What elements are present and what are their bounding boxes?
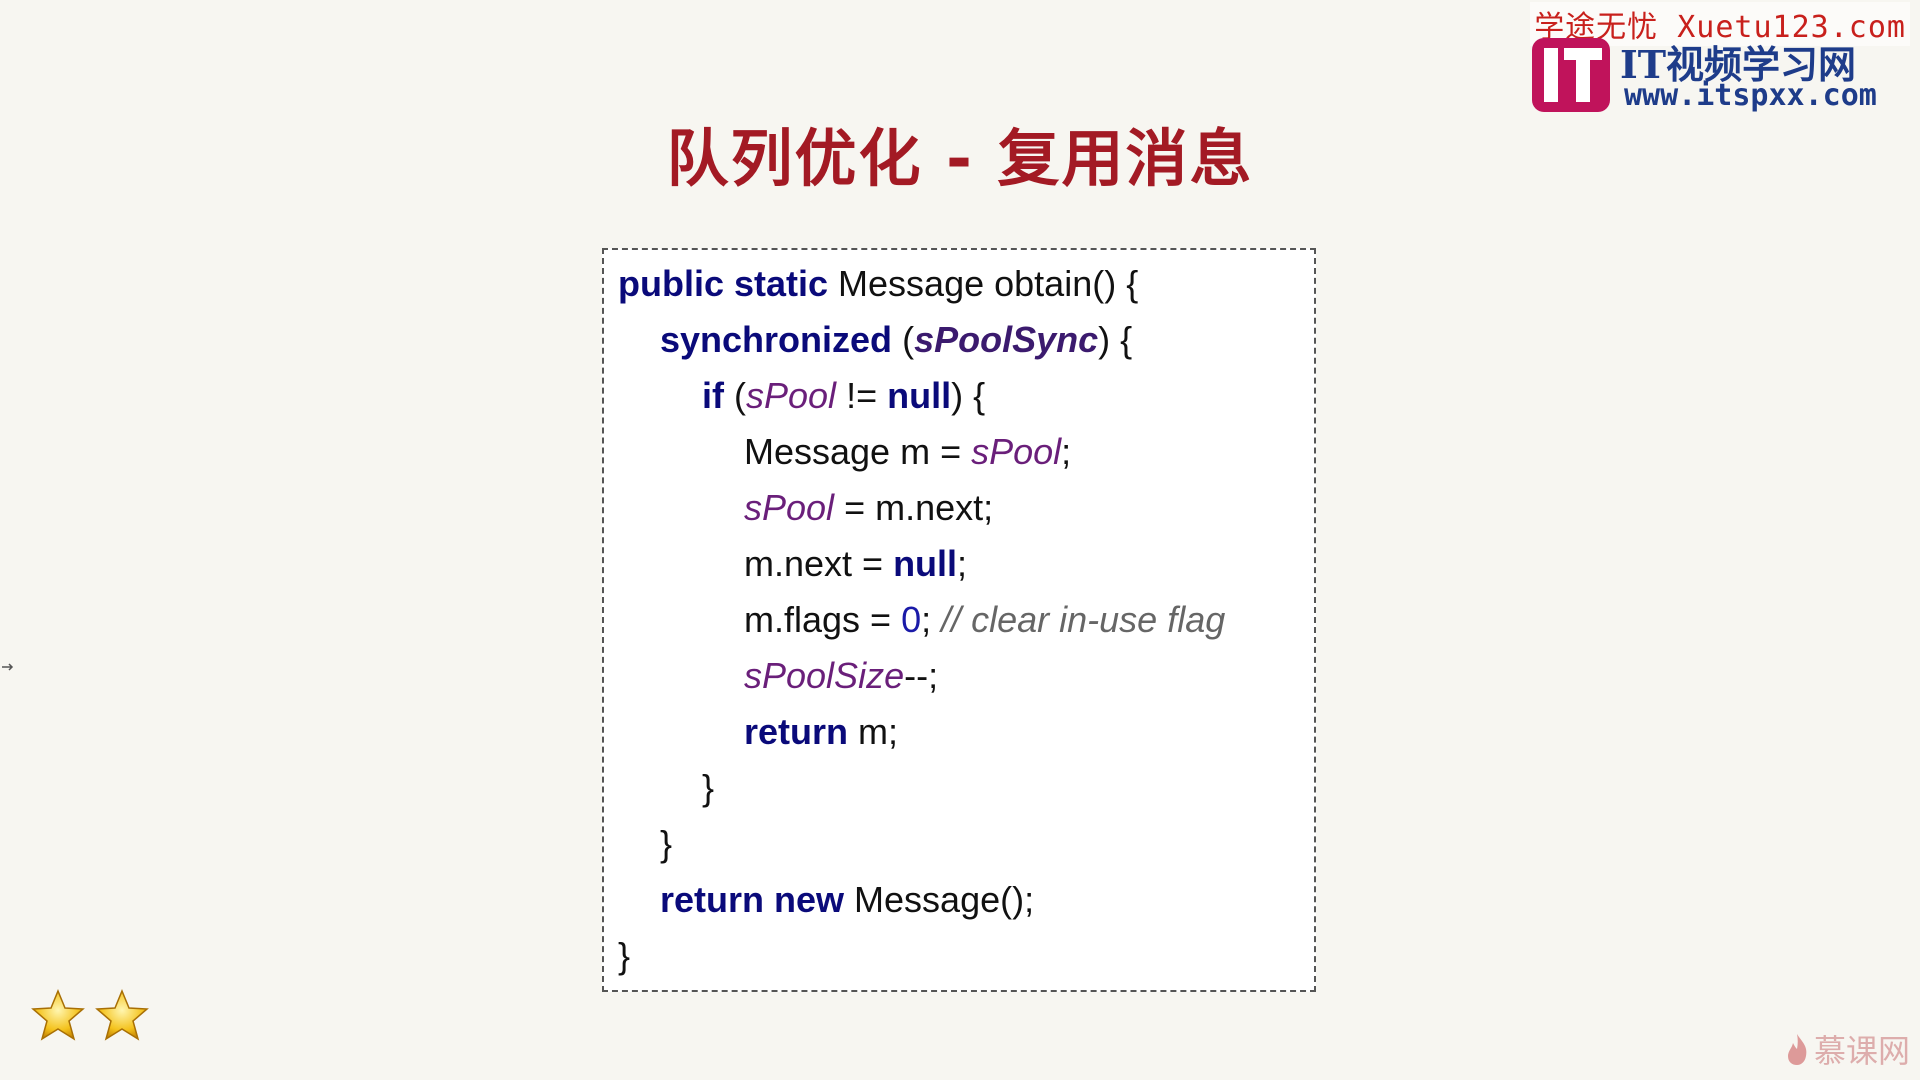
star-icon bbox=[31, 989, 85, 1041]
code-text: ; bbox=[1061, 431, 1072, 472]
slide-title: 队列优化 - 复用消息 bbox=[666, 122, 1254, 195]
code-line-8: sPoolSize--; bbox=[744, 648, 938, 704]
code-text: ; bbox=[921, 599, 942, 640]
code-line-11: } bbox=[660, 816, 672, 872]
code-keyword: return bbox=[744, 711, 849, 752]
it-logo-icon bbox=[1532, 38, 1610, 112]
code-line-4: Message m = sPool; bbox=[744, 424, 1071, 480]
code-text: Message obtain() { bbox=[828, 263, 1139, 304]
code-text: ) { bbox=[1098, 319, 1133, 360]
watermark-top: 学途无忧 Xuetu123.com IT视频学习网 www.itspxx.com bbox=[1500, 2, 1910, 114]
code-text: = m.next; bbox=[834, 487, 994, 528]
code-line-2: synchronized (sPoolSync) { bbox=[660, 312, 1132, 368]
code-field: sPool bbox=[744, 487, 835, 528]
code-number: 0 bbox=[901, 599, 922, 640]
code-line-3: if (sPool != null) { bbox=[702, 368, 985, 424]
difficulty-stars bbox=[30, 988, 150, 1048]
code-line-6: m.next = null; bbox=[744, 536, 967, 592]
watermark-brand: 慕课网 bbox=[1813, 1032, 1910, 1070]
code-line-5: sPool = m.next; bbox=[744, 480, 993, 536]
code-field: sPoolSync bbox=[914, 319, 1099, 360]
code-line-7: m.flags = 0; // clear in-use flag bbox=[744, 592, 1225, 648]
code-text: } bbox=[618, 935, 631, 976]
code-line-10: } bbox=[702, 760, 714, 816]
code-text: m; bbox=[848, 711, 899, 752]
code-text: != bbox=[836, 375, 888, 416]
flame-icon bbox=[1787, 1034, 1807, 1065]
code-text: Message m = bbox=[744, 431, 972, 472]
code-text: } bbox=[702, 767, 715, 808]
code-keyword: if bbox=[702, 375, 724, 416]
code-field: sPoolSize bbox=[744, 655, 905, 696]
cursor-icon bbox=[2, 663, 14, 671]
code-field: sPool bbox=[746, 375, 837, 416]
code-comment: // clear in-use flag bbox=[941, 599, 1226, 640]
code-line-13: } bbox=[618, 928, 630, 984]
code-text: ( bbox=[724, 375, 746, 416]
code-text: m.next = bbox=[744, 543, 894, 584]
code-text: ; bbox=[957, 543, 968, 584]
code-keyword: null bbox=[893, 543, 958, 584]
code-keyword: synchronized bbox=[660, 319, 893, 360]
code-text: } bbox=[660, 823, 673, 864]
code-text: Message(); bbox=[844, 879, 1035, 920]
code-field: sPool bbox=[971, 431, 1062, 472]
code-text: ) { bbox=[951, 375, 986, 416]
code-text: m.flags = bbox=[744, 599, 902, 640]
code-text: --; bbox=[904, 655, 939, 696]
code-keyword: return new bbox=[660, 879, 845, 920]
code-text: ( bbox=[892, 319, 915, 360]
code-line-12: return new Message(); bbox=[660, 872, 1034, 928]
code-line-1: public static Message obtain() { bbox=[618, 256, 1138, 312]
code-block: public static Message obtain() { synchro… bbox=[602, 248, 1316, 992]
code-line-9: return m; bbox=[744, 704, 898, 760]
code-keyword: public static bbox=[618, 263, 829, 304]
watermark-bottom: 慕课网 bbox=[1784, 1026, 1910, 1072]
code-keyword: null bbox=[887, 375, 952, 416]
star-icon bbox=[95, 989, 149, 1041]
